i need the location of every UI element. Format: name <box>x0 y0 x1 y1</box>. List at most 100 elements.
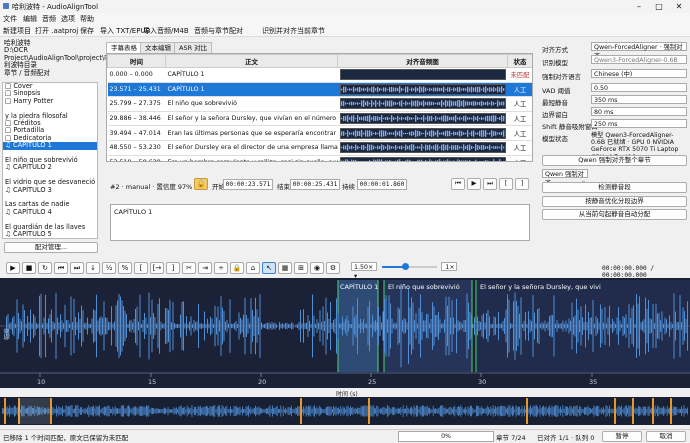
overview-bar <box>90 407 91 414</box>
align-chapter-qwen-button[interactable]: Qwen 强制对齐整个章节 <box>542 155 687 166</box>
language-select[interactable]: Chinese (中) <box>591 69 687 78</box>
table-row[interactable]: 0.000 – 0.000CAPÍTULO 1未匹配 <box>108 68 533 83</box>
auto-assign-button[interactable]: 从当前句起静音自动分配 <box>542 209 687 220</box>
end-time-input[interactable]: 00:00:25.431 <box>290 179 340 190</box>
record-icon[interactable]: ◉ <box>310 262 324 274</box>
menu-edit[interactable]: 编辑 <box>23 14 37 24</box>
play-icon[interactable]: ▶ <box>6 262 20 274</box>
detect-silence-button[interactable]: 检测静音段 <box>542 182 687 193</box>
menu-options[interactable]: 选项 <box>61 14 75 24</box>
zoom-slider[interactable] <box>382 266 437 268</box>
settings-icon[interactable]: ⚙ <box>326 262 340 274</box>
margin-input[interactable]: 80 ms <box>591 107 687 116</box>
play-segment-icon[interactable]: ▶ <box>467 178 481 190</box>
table-row[interactable]: 23.571 – 25.431CAPÍTULO 1人工 <box>108 82 533 97</box>
vad-input[interactable]: 0.50 <box>591 83 687 92</box>
lock-segment-icon[interactable]: 🔒 <box>230 262 244 274</box>
chapter-item[interactable]: ♫ CAPÍTULO 1 <box>3 142 97 149</box>
align-chapter-button[interactable]: 识别并对齐当前章节 <box>262 26 325 36</box>
prev-segment-icon[interactable]: ⏮ <box>451 178 465 190</box>
chapter-item[interactable]: ♫ CAPÍTULO 2 <box>3 164 97 171</box>
chapter-item[interactable]: ♫ CAPÍTULO 3 <box>3 187 97 194</box>
row-wave-cell <box>338 82 508 97</box>
project-info: 哈利波特 D:\OCR Project\AudioAlignTool\proje… <box>4 40 111 77</box>
col-wave[interactable]: 对齐音频图 <box>338 55 508 68</box>
chapter-tree[interactable]: □ Cover□ Sinopsis□ Harry Pottery la pied… <box>2 82 98 239</box>
align-mode-dropdown[interactable]: Qwen 强制对齐▾ <box>542 169 588 178</box>
table-row[interactable]: 25.799 – 27.375El niño que sobrevivió人工 <box>108 97 533 112</box>
bracket-right-icon[interactable]: ] <box>166 262 180 274</box>
import-audio-button[interactable]: 导入音频/M4B <box>143 26 189 36</box>
table-row[interactable]: 53.519 – 58.638Era un hombre corpulento … <box>108 155 533 162</box>
percent-icon[interactable]: % <box>118 262 132 274</box>
overview-strip[interactable] <box>0 397 690 425</box>
min-silence-input[interactable]: 350 ms <box>591 95 687 104</box>
col-time[interactable]: 时间 <box>108 55 166 68</box>
merge-icon[interactable]: ⇥ <box>198 262 212 274</box>
menu-file[interactable]: 文件 <box>3 14 17 24</box>
zoom-select[interactable]: 1.50× ▾ <box>351 262 377 271</box>
chapter-item[interactable]: ♫ CAPÍTULO 5 <box>3 231 97 238</box>
tab-asr-compare[interactable]: ASR 对比 <box>174 42 212 53</box>
snap-icon[interactable]: ⌂ <box>246 262 260 274</box>
align-mode-select[interactable]: Qwen-ForcedAligner · 强制对齐 <box>591 42 687 51</box>
skip-down-icon[interactable]: ↓ <box>86 262 100 274</box>
duration-input[interactable]: 00:00:01.860 <box>357 179 407 190</box>
tab-subtitle-table[interactable]: 字幕表格 <box>106 42 142 53</box>
cancel-button[interactable]: 取消 <box>646 431 686 442</box>
table-row[interactable]: 39.494 – 47.014Eran las últimas personas… <box>108 126 533 141</box>
table-row[interactable]: 29.886 – 38.446El señor y la señora Durs… <box>108 111 533 126</box>
overview-svg[interactable] <box>0 397 690 425</box>
progress-bar: 0% <box>398 431 494 442</box>
pair-audio-button[interactable]: 音频与章节配对 <box>194 26 243 36</box>
minimize-icon[interactable]: – <box>632 1 646 12</box>
menu-help[interactable]: 帮助 <box>80 14 94 24</box>
loop-icon[interactable]: ↻ <box>38 262 52 274</box>
overview-bar <box>406 405 407 416</box>
chapter-item[interactable]: ♫ CAPÍTULO 4 <box>3 209 97 216</box>
overview-bar <box>267 409 268 414</box>
close-icon[interactable]: ✕ <box>672 1 686 12</box>
zoom-slider-handle[interactable] <box>402 263 409 270</box>
fit-icon[interactable]: [→ <box>150 262 164 274</box>
rewind-icon[interactable]: ⏮ <box>54 262 68 274</box>
menu-audio[interactable]: 音频 <box>42 14 56 24</box>
waveform-view[interactable]: CAPÍTULO 1El niño que sobrevivióEl señor… <box>0 278 690 388</box>
zoom-fit-icon[interactable]: ⊞ <box>294 262 308 274</box>
split-icon[interactable]: ÷ <box>214 262 228 274</box>
table-row[interactable]: 48.550 – 53.230El señor Dursley era el d… <box>108 140 533 155</box>
snap-input[interactable]: 250 ms <box>591 119 687 128</box>
save-button[interactable]: 保存 <box>80 26 94 36</box>
new-project-button[interactable]: 新建项目 <box>3 26 31 36</box>
overview-bar <box>76 405 77 417</box>
overview-bar <box>451 407 452 414</box>
optimize-boundaries-button[interactable]: 按静音优化分段边界 <box>542 196 687 207</box>
half-speed-icon[interactable]: ½ <box>102 262 116 274</box>
bracket-left-icon[interactable]: [ <box>134 262 148 274</box>
overview-bar <box>426 407 427 416</box>
mark-end-icon[interactable]: ] <box>515 178 529 190</box>
lock-icon[interactable]: 🔓 <box>194 178 208 190</box>
open-project-button[interactable]: 打开 .aatproj <box>35 26 78 36</box>
grid-icon[interactable]: ▦ <box>278 262 292 274</box>
col-status[interactable]: 状态 <box>508 55 533 68</box>
waveform-svg[interactable]: CAPÍTULO 1El niño que sobrevivióEl señor… <box>0 278 690 388</box>
cursor-icon[interactable]: ↖ <box>262 262 276 274</box>
start-time-input[interactable]: 00:00:23.571 <box>223 179 273 190</box>
tab-text-edit[interactable]: 文本编辑 <box>140 42 176 53</box>
forward-icon[interactable]: ⏭ <box>70 262 84 274</box>
next-segment-icon[interactable]: ⏭ <box>483 178 497 190</box>
segment-text-editor[interactable]: CAPÍTULO 1 <box>110 204 530 241</box>
pause-button[interactable]: 暂停 <box>602 431 642 442</box>
mark-start-icon[interactable]: [ <box>499 178 513 190</box>
model-select[interactable]: Qwen3-ForcedAligner-0.6B <box>591 55 687 64</box>
pair-manage-button[interactable]: 配对管理... <box>4 242 98 253</box>
chapter-item[interactable]: □ Harry Potter <box>3 98 97 105</box>
speed-select[interactable]: 1× <box>441 262 457 271</box>
stop-icon[interactable]: ■ <box>22 262 36 274</box>
col-text[interactable]: 正文 <box>166 55 338 68</box>
overview-bar <box>468 406 469 415</box>
maximize-icon[interactable]: □ <box>652 1 666 12</box>
cut-icon[interactable]: ✂ <box>182 262 196 274</box>
overview-bar <box>536 405 537 417</box>
